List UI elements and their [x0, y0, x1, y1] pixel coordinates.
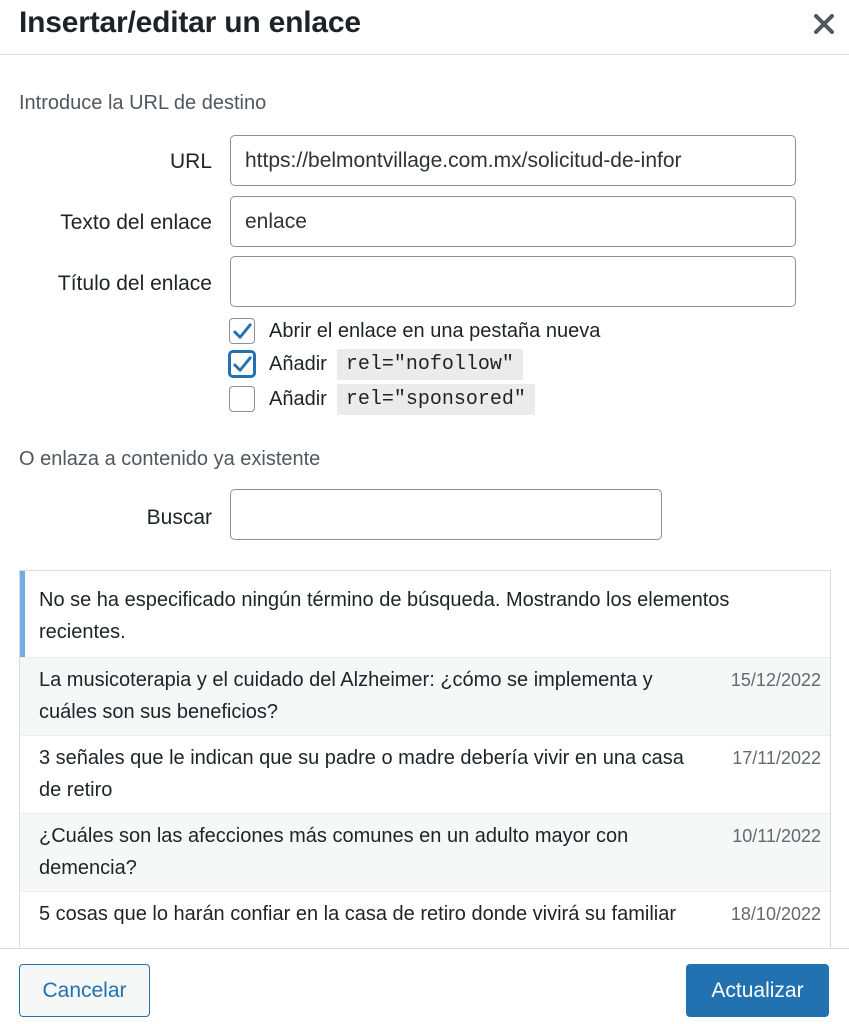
- search-results[interactable]: No se ha especificado ningún término de …: [19, 570, 831, 948]
- search-label: Buscar: [146, 506, 212, 529]
- new-tab-checkbox[interactable]: [229, 318, 255, 344]
- close-button[interactable]: [811, 8, 837, 38]
- cancel-button[interactable]: Cancelar: [19, 964, 150, 1017]
- search-input[interactable]: [230, 489, 662, 540]
- result-title: ¿Cuáles son las afecciones más comunes e…: [39, 825, 629, 879]
- url-input[interactable]: [230, 135, 796, 186]
- nofollow-text: Añadir: [269, 352, 327, 375]
- link-title-label: Título del enlace: [57, 272, 212, 295]
- option-nofollow[interactable]: Añadir rel="nofollow": [229, 348, 523, 380]
- link-text-input[interactable]: [230, 196, 796, 247]
- nofollow-label: Añadir rel="nofollow": [269, 348, 523, 380]
- link-text-label: Texto del enlace: [60, 211, 212, 234]
- sponsored-label: Añadir rel="sponsored": [269, 383, 535, 415]
- new-tab-label: Abrir el enlace en una pestaña nueva: [269, 319, 601, 342]
- link-title-input[interactable]: [230, 256, 796, 307]
- url-label: URL: [169, 150, 212, 173]
- nofollow-code: rel="nofollow": [336, 348, 523, 380]
- checkmark-icon: [233, 356, 252, 372]
- option-sponsored[interactable]: Añadir rel="sponsored": [229, 383, 535, 415]
- nofollow-checkbox[interactable]: [229, 351, 255, 377]
- dialog-footer: Cancelar Actualizar: [0, 948, 849, 1024]
- result-date: 10/11/2022: [732, 826, 821, 846]
- result-item[interactable]: 3 señales que le indican que su padre o …: [20, 735, 830, 813]
- update-button[interactable]: Actualizar: [686, 964, 829, 1017]
- result-item[interactable]: ¿Cuáles son las afecciones más comunes e…: [20, 813, 830, 891]
- result-title: 3 señales que le indican que su padre o …: [39, 747, 684, 801]
- option-new-tab[interactable]: Abrir el enlace en una pestaña nueva: [229, 316, 600, 346]
- sponsored-checkbox[interactable]: [229, 386, 255, 412]
- result-date: 15/12/2022: [730, 670, 821, 690]
- result-item[interactable]: La musicoterapia y el cuidado del Alzhei…: [20, 657, 830, 735]
- result-title: 5 cosas que lo harán confiar en la casa …: [39, 903, 677, 925]
- close-icon: [814, 14, 834, 34]
- dialog-header: Insertar/editar un enlace: [0, 0, 849, 55]
- result-title: La musicoterapia y el cuidado del Alzhei…: [39, 669, 653, 723]
- result-date: 18/10/2022: [730, 904, 821, 924]
- sponsored-code: rel="sponsored": [336, 383, 535, 415]
- result-date: 17/11/2022: [732, 748, 821, 768]
- dialog-title: Insertar/editar un enlace: [19, 6, 361, 39]
- destination-heading: Introduce la URL de destino: [19, 92, 267, 114]
- results-notice: No se ha especificado ningún término de …: [20, 571, 830, 657]
- checkmark-icon: [233, 323, 252, 339]
- sponsored-text: Añadir: [269, 387, 327, 410]
- result-item[interactable]: 5 cosas que lo harán confiar en la casa …: [20, 891, 830, 948]
- existing-content-heading: O enlaza a contenido ya existente: [19, 448, 321, 470]
